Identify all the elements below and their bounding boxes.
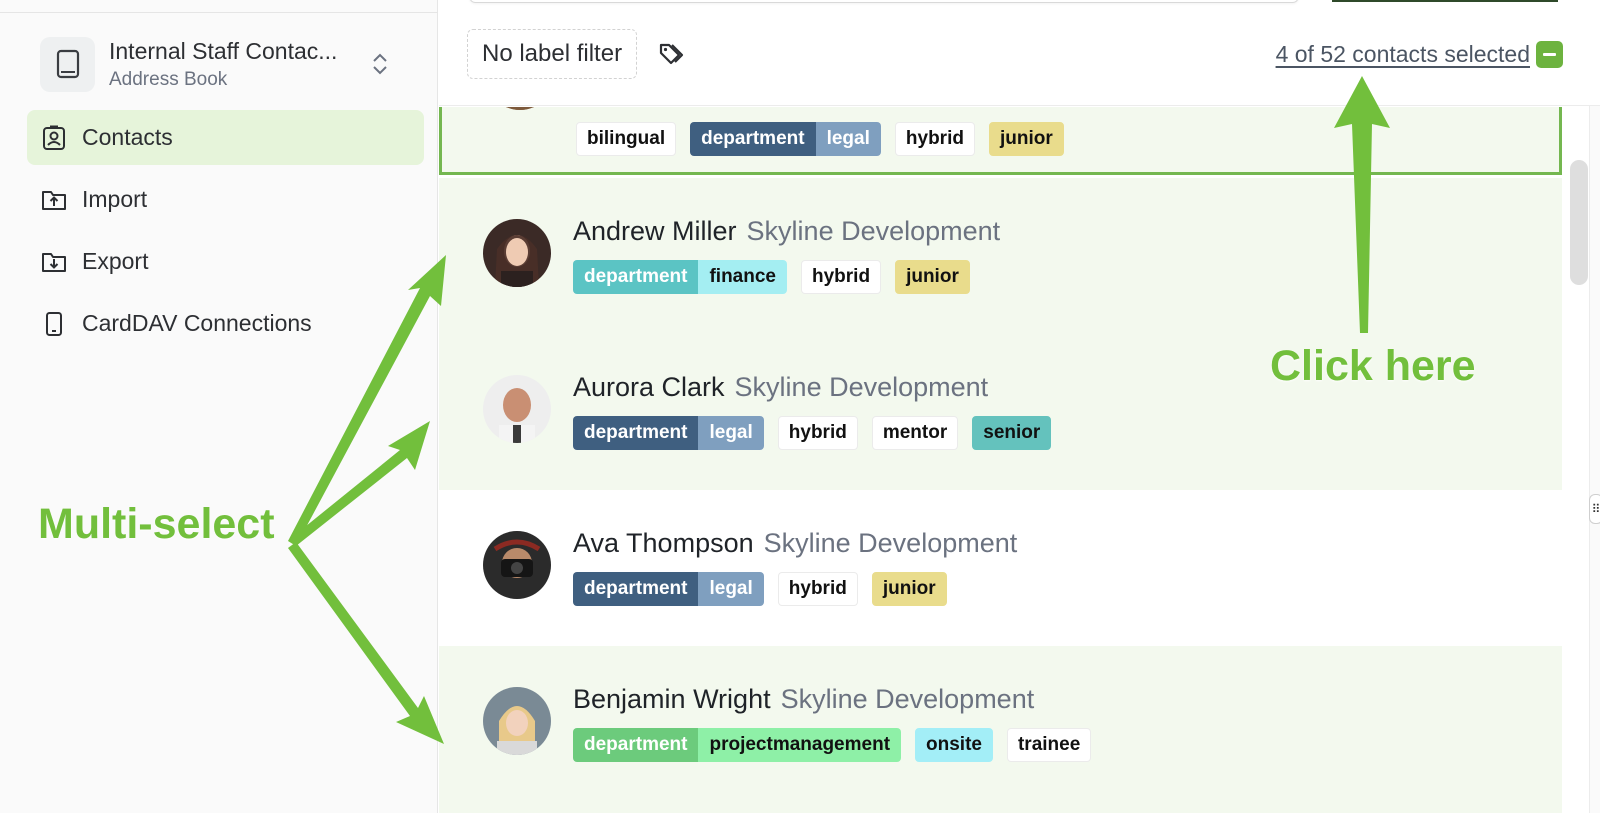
sidebar-item-contacts[interactable]: Contacts [27,110,424,165]
tag-value: legal [698,572,764,606]
address-book-name: Internal Staff Contac... [109,37,338,64]
contact-name: Ava Thompson [573,528,754,558]
avatar [483,531,551,599]
phone-icon [41,311,67,337]
contact-name-line: Andrew Miller Skyline Development [573,216,1000,247]
contact-row[interactable]: bilingual department legal hybrid junior [439,107,1562,175]
folder-download-icon [41,249,67,275]
main-panel: No label filter 4 of 52 contacts selecte… [439,0,1600,813]
tags-icon[interactable] [657,39,687,69]
tag-senior[interactable]: senior [972,416,1052,450]
tag-list: department projectmanagement onsite trai… [573,728,1105,762]
contact-row[interactable]: Andrew Miller Skyline Development departm… [439,178,1562,334]
tag-trainee[interactable]: trainee [1006,728,1092,762]
tag-mentor[interactable]: mentor [871,416,959,450]
label-filter-button[interactable]: No label filter [467,29,638,79]
contact-name: Benjamin Wright [573,684,771,714]
annotation-click-here: Click here [1270,342,1476,390]
tag-junior[interactable]: junior [988,122,1064,156]
toolbar-button[interactable] [1332,0,1558,2]
sidebar-item-export[interactable]: Export [27,234,424,289]
sidebar-item-label: Export [82,248,149,274]
book-icon [40,36,95,92]
contact-company: Skyline Development [780,684,1035,714]
contact-row[interactable]: Ava Thompson Skyline Development departme… [439,490,1562,646]
contact-name: Andrew Miller [573,216,737,246]
avatar [483,219,551,287]
sidebar-item-label: Import [82,186,148,212]
address-book-subtitle: Address Book [109,68,228,90]
sidebar-item-carddav[interactable]: CardDAV Connections [27,296,424,351]
tag-hybrid[interactable]: hybrid [801,260,882,294]
tag-department-legal[interactable]: department legal [573,416,764,450]
tag-key: department [573,260,699,294]
tag-key: department [690,122,816,156]
contact-row[interactable]: Benjamin Wright Skyline Development depar… [439,646,1562,813]
tag-junior[interactable]: junior [871,572,947,606]
tag-value: finance [698,260,787,294]
tag-list: bilingual department legal hybrid junior [576,122,1078,156]
tag-list: department legal hybrid mentor senior [573,416,1065,450]
deselect-all-checkbox[interactable] [1536,41,1563,68]
tag-bilingual[interactable]: bilingual [576,122,677,156]
tag-value: legal [815,122,881,156]
sidebar-item-import[interactable]: Import [27,172,424,227]
chevron-up-down-icon[interactable] [368,49,392,79]
sidebar-nav: Contacts Import Export CardDAV Connectio… [27,110,424,358]
resize-gutter [1589,106,1600,813]
tag-onsite[interactable]: onsite [915,728,993,762]
tag-hybrid[interactable]: hybrid [894,122,975,156]
list-toolbar: No label filter 4 of 52 contacts selecte… [439,12,1600,106]
minus-icon [1543,53,1556,56]
tag-value: legal [698,416,764,450]
divider [0,12,438,13]
tag-list: department finance hybrid junior [573,260,984,294]
address-book-switcher[interactable]: Internal Staff Contac... Address Book [40,34,410,94]
contact-name: Aurora Clark [573,372,725,402]
annotation-multi-select: Multi-select [38,500,275,548]
selection-count-link[interactable]: 4 of 52 contacts selected [1276,41,1530,68]
tag-department-legal[interactable]: department legal [573,572,764,606]
contact-card-icon [41,125,67,151]
tag-key: department [573,416,699,450]
avatar [483,687,551,755]
tag-value: projectmanagement [698,728,902,762]
contact-company: Skyline Development [763,528,1018,558]
avatar [486,107,554,110]
sidebar-item-label: Contacts [82,124,173,150]
tag-department-legal[interactable]: department legal [690,122,881,156]
sidebar-item-label: CardDAV Connections [82,310,312,336]
tag-hybrid[interactable]: hybrid [777,416,858,450]
tag-list: department legal hybrid junior [573,572,961,606]
contact-company: Skyline Development [734,372,989,402]
tag-junior[interactable]: junior [895,260,970,294]
tag-department-projectmanagement[interactable]: department projectmanagement [573,728,902,762]
drag-handle-icon[interactable]: ⠿ [1589,494,1600,524]
tag-hybrid[interactable]: hybrid [777,572,858,606]
tag-key: department [573,728,699,762]
contact-company: Skyline Development [746,216,1001,246]
scrollbar-thumb[interactable] [1570,160,1588,285]
contact-list: bilingual department legal hybrid junior… [439,107,1562,813]
contact-name-line: Ava Thompson Skyline Development [573,528,1017,559]
search-input[interactable] [469,0,1299,3]
contact-name-line: Aurora Clark Skyline Development [573,372,988,403]
avatar [483,375,551,443]
folder-upload-icon [41,187,67,213]
tag-department-finance[interactable]: department finance [573,260,787,294]
tag-key: department [573,572,699,606]
contact-name-line: Benjamin Wright Skyline Development [573,684,1034,715]
sidebar: Internal Staff Contac... Address Book Co… [0,0,438,813]
